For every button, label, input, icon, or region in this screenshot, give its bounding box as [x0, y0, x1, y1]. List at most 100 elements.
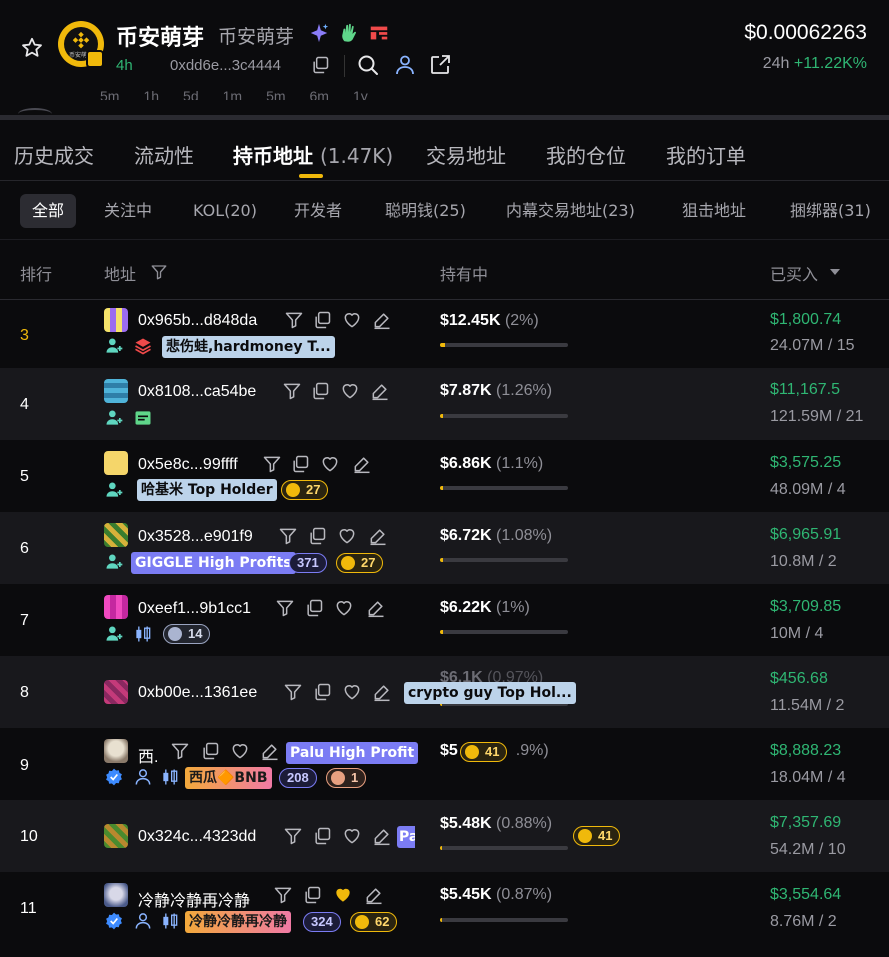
row-address[interactable]: 0xeef1...9b1cc1 — [138, 600, 251, 618]
row-address[interactable]: 冷静冷静再冷静 — [138, 887, 250, 911]
row-address[interactable]: 0x8108...ca54be — [138, 383, 256, 401]
edit-icon[interactable] — [364, 885, 384, 905]
copy-icon[interactable] — [312, 826, 332, 846]
filter-icon[interactable] — [282, 381, 302, 401]
filter-icon[interactable] — [273, 885, 293, 905]
medal-icon — [341, 556, 355, 570]
tab-history[interactable]: 历史成交 — [14, 140, 94, 169]
col-bought[interactable]: 已买入 — [770, 261, 818, 285]
wallet-label[interactable]: 悲伤蛙,hardmoney T... — [162, 336, 335, 358]
edit-icon[interactable] — [372, 682, 392, 702]
heart-icon[interactable] — [230, 741, 250, 761]
row-address[interactable]: 西. — [138, 743, 158, 767]
row-rank: 11 — [20, 900, 37, 917]
filter-icon[interactable] — [275, 598, 295, 618]
wallet-label[interactable]: Pa — [397, 826, 415, 848]
heart-icon[interactable] — [342, 310, 362, 330]
wallet-label[interactable]: 哈基米 Top Holder — [137, 479, 277, 501]
sort-down-icon[interactable] — [829, 267, 841, 277]
filter-following[interactable]: 关注中 — [104, 194, 152, 228]
row-address[interactable]: 0x5e8c...99ffff — [138, 456, 238, 474]
avatar — [104, 308, 128, 332]
heart-icon[interactable] — [320, 454, 340, 474]
bought-detail: 24.07M / 15 — [770, 337, 855, 354]
filter-sniper[interactable]: 狙击地址 — [682, 194, 746, 228]
row-rank: 8 — [20, 684, 29, 701]
filter-icon[interactable] — [262, 454, 282, 474]
filter-icon[interactable] — [170, 741, 190, 761]
timeframe-strip: 5m 1h 5d 1m 5m 6m 1y — [0, 82, 889, 110]
tab-liquidity[interactable]: 流动性 — [134, 140, 194, 169]
copy-icon[interactable] — [312, 310, 332, 330]
copy-icon[interactable] — [310, 55, 330, 75]
tab-orders[interactable]: 我的订单 — [666, 140, 746, 169]
row-address[interactable]: 0xb00e...1361ee — [138, 684, 257, 702]
filter-icon[interactable] — [283, 682, 303, 702]
heart-icon[interactable] — [337, 526, 357, 546]
tab-traders[interactable]: 交易地址 — [426, 140, 506, 169]
bought-detail: 8.76M / 2 — [770, 913, 837, 930]
star-icon[interactable] — [20, 36, 44, 60]
copy-icon[interactable] — [307, 526, 327, 546]
filter-icon[interactable] — [284, 310, 304, 330]
table-row[interactable]: 6 0x3528...e901f9 GIGGLE High Profits 37… — [0, 512, 889, 584]
user-icon[interactable] — [393, 53, 417, 77]
table-row[interactable]: 11 冷静冷静再冷静 冷静冷静再冷静 324 62 $5.45K (0.87%)… — [0, 872, 889, 944]
edit-icon[interactable] — [260, 741, 280, 761]
edit-icon[interactable] — [372, 310, 392, 330]
tab-positions[interactable]: 我的仓位 — [546, 140, 626, 169]
table-row[interactable]: 3 0x965b...d848da 悲伤蛙,hardmoney T... $12… — [0, 301, 889, 373]
holding-percent: .9%) — [515, 742, 549, 759]
heart-icon[interactable] — [342, 682, 362, 702]
copy-icon[interactable] — [310, 381, 330, 401]
copy-icon[interactable] — [290, 454, 310, 474]
wallet-label[interactable]: Palu High Profit — [286, 742, 419, 764]
copy-icon[interactable] — [304, 598, 324, 618]
filter-icon[interactable] — [283, 826, 303, 846]
filter-smart-money[interactable]: 聪明钱(25) — [385, 194, 466, 228]
row-address[interactable]: 0x965b...d848da — [138, 312, 257, 330]
heart-icon[interactable] — [342, 826, 362, 846]
filter-insider[interactable]: 内幕交易地址(23) — [506, 194, 635, 228]
wallet-label[interactable]: crypto guy Top Hol... — [404, 682, 576, 704]
edit-icon[interactable] — [372, 826, 392, 846]
filter-bundler[interactable]: 捆绑器(31) — [790, 194, 871, 228]
filter-all[interactable]: 全部 — [20, 194, 77, 228]
copy-icon[interactable] — [302, 885, 322, 905]
edit-icon[interactable] — [370, 381, 390, 401]
main-tabs: 历史成交 流动性 持币地址 (1.47K) 交易地址 我的仓位 我的订单 — [0, 120, 889, 181]
bought-detail: 11.54M / 2 — [770, 697, 845, 714]
copy-icon[interactable] — [200, 741, 220, 761]
filter-icon[interactable] — [150, 263, 168, 281]
holding-bar-fill — [440, 414, 443, 418]
edit-icon[interactable] — [352, 454, 372, 474]
heart-filled-icon[interactable] — [333, 885, 353, 905]
table-header: 排行 地址 持有中 已买入 — [0, 241, 889, 300]
table-row[interactable]: 8 0xb00e...1361ee $6.1K (0.97%) crypto g… — [0, 656, 889, 728]
heart-icon[interactable] — [334, 598, 354, 618]
share-icon[interactable] — [428, 53, 452, 77]
bought-detail: 18.04M / 4 — [770, 769, 846, 786]
table-row[interactable]: 7 0xeef1...9b1cc1 14 $6.22K (1%) $3,709.… — [0, 584, 889, 656]
filter-kol[interactable]: KOL(20) — [193, 194, 257, 228]
table-row[interactable]: 10 0x324c...4323dd Pa $5.48K (0.88%) 41 … — [0, 800, 889, 872]
heart-icon[interactable] — [340, 381, 360, 401]
medal-icon — [355, 915, 369, 929]
copy-icon[interactable] — [312, 682, 332, 702]
wallet-label[interactable]: GIGGLE High Profits — [131, 552, 296, 574]
table-row[interactable]: 9 西. Palu High Profit 西瓜🔶BNB 208 1 $5 .9%… — [0, 728, 889, 800]
row-address[interactable]: 0x3528...e901f9 — [138, 528, 253, 546]
edit-icon[interactable] — [368, 526, 388, 546]
tab-holders[interactable]: 持币地址 (1.47K) — [233, 140, 393, 169]
row-address[interactable]: 0x324c...4323dd — [138, 828, 256, 846]
edit-icon[interactable] — [366, 598, 386, 618]
wallet-label-secondary[interactable]: 西瓜🔶BNB — [185, 767, 272, 789]
filter-icon[interactable] — [278, 526, 298, 546]
table-row[interactable]: 5 0x5e8c...99ffff 哈基米 Top Holder 27 $6.8… — [0, 440, 889, 512]
holding-bar — [440, 486, 568, 490]
rank-pill-value: 62 — [375, 914, 390, 929]
filter-dev[interactable]: 开发者 — [294, 194, 342, 228]
wallet-label[interactable]: 冷静冷静再冷静 — [185, 911, 291, 933]
table-row[interactable]: 4 0x8108...ca54be $7.87K (1.26%) $11,167… — [0, 368, 889, 440]
search-icon[interactable] — [356, 53, 380, 77]
